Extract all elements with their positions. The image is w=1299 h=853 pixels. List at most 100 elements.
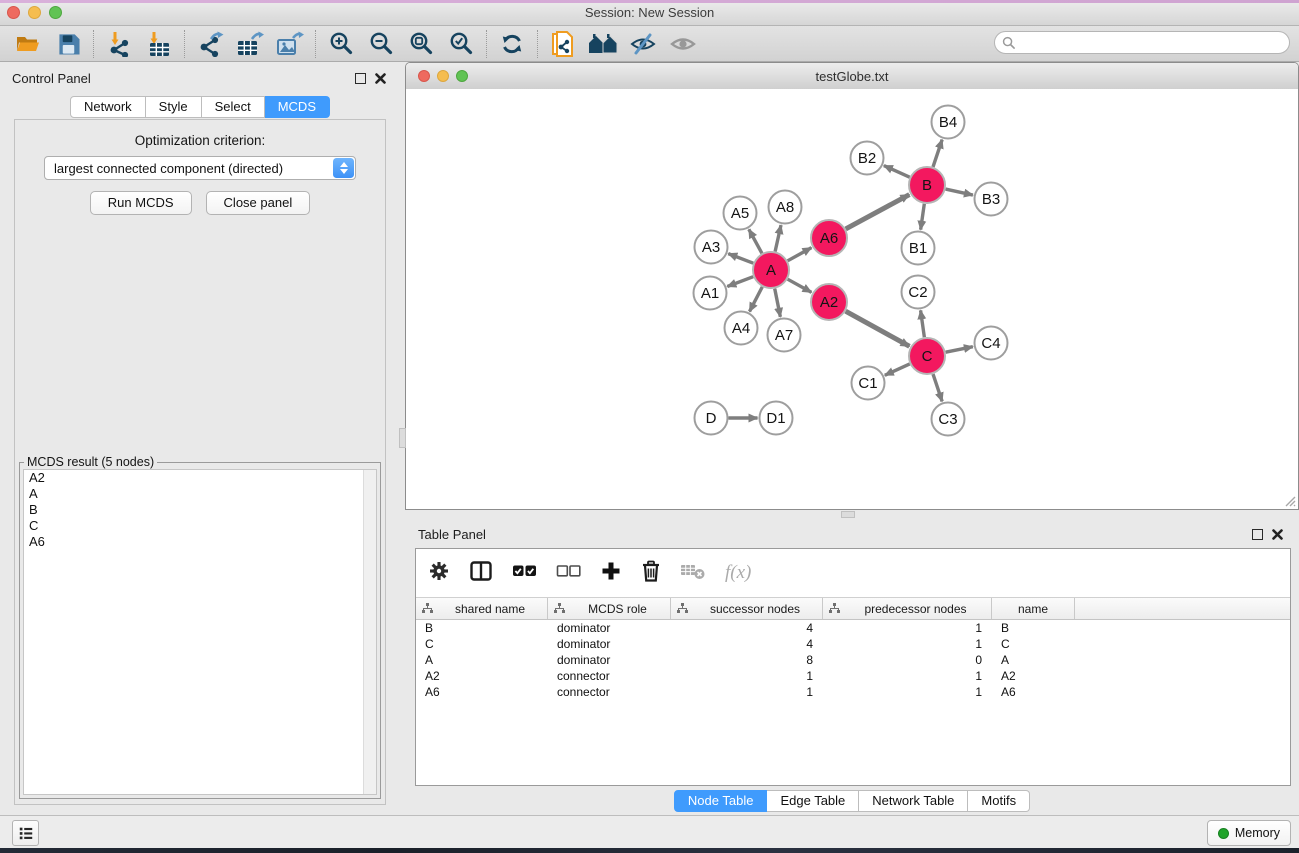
table-cell[interactable]: 1 [671, 668, 823, 684]
table-row[interactable]: A6connector11A6 [416, 684, 1290, 700]
graph-edge-A-A3[interactable] [728, 254, 753, 264]
graph-edge-C-C3[interactable] [933, 374, 942, 401]
graph-edge-C-C2[interactable] [921, 310, 925, 337]
show-task-history-button[interactable] [12, 820, 39, 846]
table-row[interactable]: A2connector11A2 [416, 668, 1290, 684]
toggle-panes-button[interactable] [469, 560, 493, 587]
float-table-panel-button[interactable] [1251, 528, 1264, 541]
hide-graphics-details-button[interactable] [623, 28, 663, 60]
column-header-MCDS-role[interactable]: MCDS role [548, 598, 671, 619]
first-neighbors-button[interactable] [583, 28, 623, 60]
close-table-panel-button[interactable] [1271, 528, 1284, 541]
graph-edge-A-A5[interactable] [749, 229, 762, 253]
table-cell[interactable]: 1 [823, 684, 992, 700]
open-session-button[interactable] [8, 28, 48, 60]
zoom-in-button[interactable] [321, 28, 361, 60]
zoom-fit-button[interactable] [401, 28, 441, 60]
tab-select[interactable]: Select [202, 96, 265, 118]
graph-edge-B-B4[interactable] [933, 140, 942, 167]
save-session-button[interactable] [48, 28, 88, 60]
mcds-result-item[interactable]: A [24, 486, 376, 502]
splitter-handle-vertical[interactable] [399, 428, 406, 448]
zoom-out-button[interactable] [361, 28, 401, 60]
search-field[interactable] [994, 31, 1290, 54]
optimization-criterion-dropdown[interactable]: largest connected component (directed) [44, 156, 356, 180]
mcds-result-item[interactable]: C [24, 518, 376, 534]
table-cell[interactable]: A6 [992, 684, 1075, 700]
mcds-result-list[interactable]: A2ABCA6 [23, 469, 377, 795]
network-graph[interactable]: B4B2BB3A8A5A6A3B1AC2A1A2A4A7C4CC1C3DD1 [406, 89, 1298, 509]
run-mcds-button[interactable]: Run MCDS [90, 191, 192, 215]
table-cell[interactable]: dominator [548, 620, 671, 636]
graph-edge-B-B1[interactable] [921, 204, 925, 230]
function-builder-button[interactable]: f(x) [725, 562, 751, 584]
table-cell[interactable]: dominator [548, 636, 671, 652]
float-panel-button[interactable] [354, 72, 367, 85]
table-cell[interactable]: 0 [823, 652, 992, 668]
graph-edge-A-A2[interactable] [788, 279, 812, 292]
graph-edge-B-B2[interactable] [884, 166, 910, 178]
table-cell[interactable]: A6 [416, 684, 548, 700]
graph-edge-C-C4[interactable] [946, 347, 973, 353]
graph-edge-A2-C[interactable] [846, 311, 910, 346]
search-input[interactable] [1019, 35, 1289, 51]
graph-edge-C-C1[interactable] [885, 364, 910, 375]
table-cell[interactable]: 1 [671, 684, 823, 700]
graph-edge-A-A7[interactable] [775, 289, 781, 317]
zoom-selected-button[interactable] [441, 28, 481, 60]
table-cell[interactable]: 1 [823, 668, 992, 684]
table-cell[interactable]: connector [548, 668, 671, 684]
tab-edge-table[interactable]: Edge Table [767, 790, 859, 812]
table-cell[interactable]: A [992, 652, 1075, 668]
table-cell[interactable]: 4 [671, 620, 823, 636]
table-cell[interactable]: 1 [823, 620, 992, 636]
tab-network[interactable]: Network [70, 96, 146, 118]
mcds-result-item[interactable]: A6 [24, 534, 376, 550]
table-cell[interactable]: B [992, 620, 1075, 636]
resize-grip[interactable] [1282, 493, 1296, 507]
table-row[interactable]: Bdominator41B [416, 620, 1290, 636]
table-cell[interactable]: 1 [823, 636, 992, 652]
tab-style[interactable]: Style [146, 96, 202, 118]
delete-columns-button[interactable] [641, 560, 661, 587]
tab-node-table[interactable]: Node Table [674, 790, 768, 812]
column-header-predecessor-nodes[interactable]: predecessor nodes [823, 598, 992, 619]
export-network-button[interactable] [190, 28, 230, 60]
show-graphics-details-button[interactable] [663, 28, 703, 60]
graph-edge-A-A4[interactable] [749, 287, 762, 312]
tab-motifs[interactable]: Motifs [968, 790, 1030, 812]
table-cell[interactable]: A2 [416, 668, 548, 684]
clear-selection-button[interactable] [556, 564, 581, 583]
import-network-button[interactable] [99, 28, 139, 60]
table-cell[interactable]: C [992, 636, 1075, 652]
apply-layout-button[interactable] [492, 28, 532, 60]
column-header-name[interactable]: name [992, 598, 1075, 619]
table-cell[interactable]: dominator [548, 652, 671, 668]
graph-edge-A-A8[interactable] [775, 225, 781, 251]
import-table-button[interactable] [139, 28, 179, 60]
select-all-button[interactable] [512, 564, 537, 583]
table-cell[interactable]: 8 [671, 652, 823, 668]
network-window-titlebar[interactable]: testGlobe.txt [406, 63, 1298, 90]
graph-edge-B-B3[interactable] [946, 189, 973, 195]
network-canvas[interactable]: B4B2BB3A8A5A6A3B1AC2A1A2A4A7C4CC1C3DD1 [406, 89, 1298, 509]
table-row[interactable]: Cdominator41C [416, 636, 1290, 652]
table-cell[interactable]: B [416, 620, 548, 636]
export-table-button[interactable] [230, 28, 270, 60]
scrollbar-track[interactable] [363, 470, 376, 794]
column-header-successor-nodes[interactable]: successor nodes [671, 598, 823, 619]
close-panel-button-text[interactable]: Close panel [206, 191, 311, 215]
delete-table-button[interactable] [680, 562, 706, 585]
table-cell[interactable]: A2 [992, 668, 1075, 684]
graph-edge-A-A6[interactable] [788, 248, 812, 261]
splitter-handle-horizontal[interactable] [841, 511, 855, 518]
table-cell[interactable]: 4 [671, 636, 823, 652]
memory-button[interactable]: Memory [1207, 820, 1291, 846]
column-header-shared-name[interactable]: shared name [416, 598, 548, 619]
table-cell[interactable]: C [416, 636, 548, 652]
tab-mcds[interactable]: MCDS [265, 96, 330, 118]
table-cell[interactable]: connector [548, 684, 671, 700]
export-image-button[interactable] [270, 28, 310, 60]
graph-edge-A6-B[interactable] [846, 195, 910, 229]
graph-edge-A-A1[interactable] [727, 277, 753, 287]
